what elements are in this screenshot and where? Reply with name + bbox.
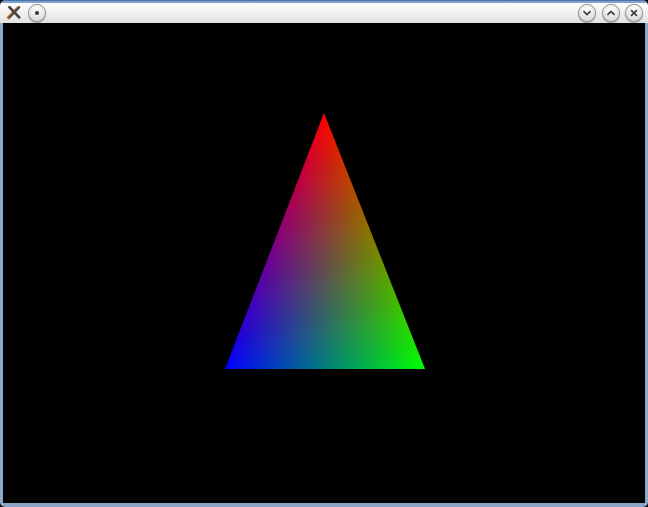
chevron-up-icon xyxy=(606,8,616,18)
close-button[interactable] xyxy=(625,4,643,22)
chevron-down-icon xyxy=(582,8,592,18)
maximize-button[interactable] xyxy=(602,4,620,22)
app-window xyxy=(0,0,648,507)
close-x-icon xyxy=(629,8,639,18)
x-app-icon[interactable] xyxy=(6,4,22,20)
window-title xyxy=(52,4,572,20)
titlebar-accent-line xyxy=(0,0,648,3)
on-all-desktops-button[interactable] xyxy=(28,4,46,22)
gl-viewport xyxy=(3,23,645,503)
dot-icon xyxy=(35,11,39,15)
minimize-button[interactable] xyxy=(578,4,596,22)
titlebar[interactable] xyxy=(0,0,648,23)
x-app-icon-glyph xyxy=(6,4,22,20)
rgb-gradient-triangle xyxy=(3,23,645,503)
